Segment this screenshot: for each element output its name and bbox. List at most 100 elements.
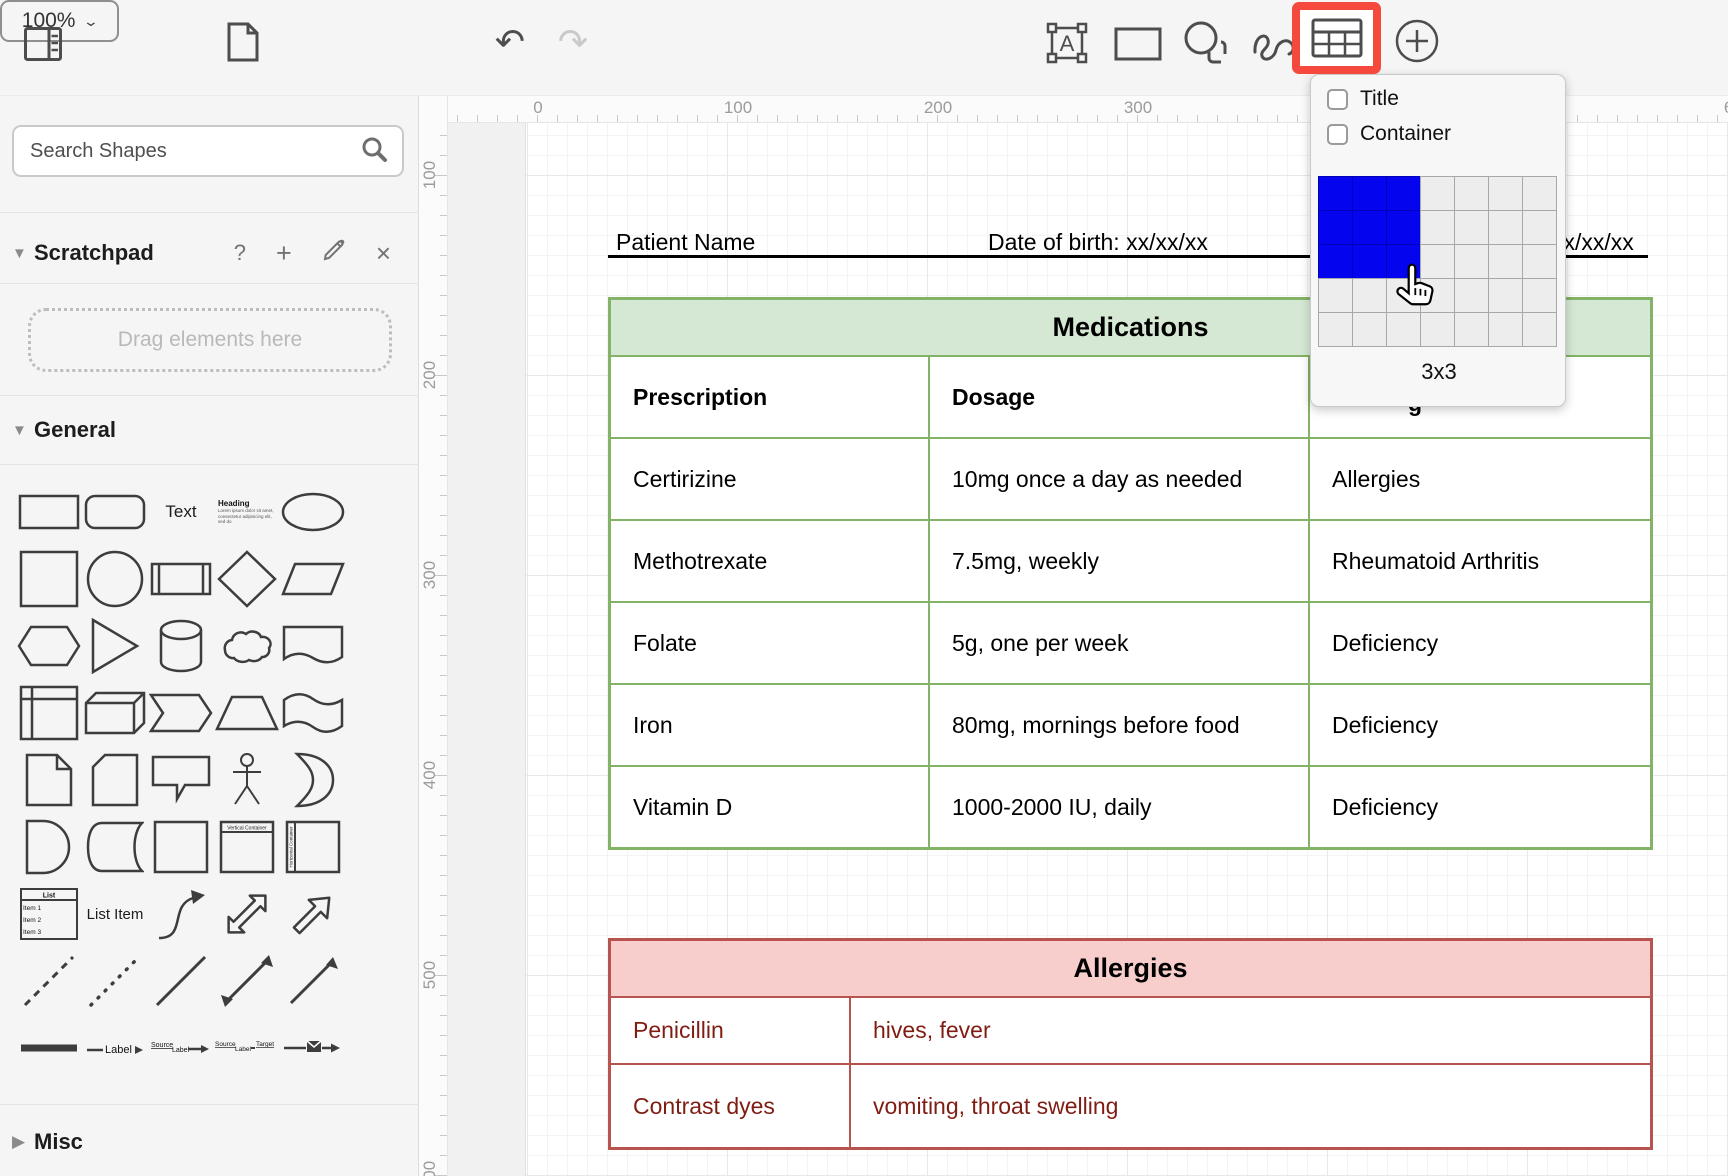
size-picker-cell[interactable] [1522,278,1557,313]
shape-dashed-line[interactable] [16,949,82,1013]
shape-curve[interactable] [148,882,214,946]
insert-shape-icon[interactable] [1182,18,1230,68]
undo-icon[interactable]: ↶ [490,20,530,64]
scratchpad-section-header[interactable]: ▼ Scratchpad ? + × [0,229,419,277]
container-checkbox[interactable] [1327,124,1348,145]
size-picker-cell[interactable] [1386,210,1421,245]
patient-name-label[interactable]: Patient Name [616,229,755,256]
scratchpad-help-icon[interactable]: ? [234,240,246,266]
container-option-row[interactable]: Container [1327,122,1451,146]
shape-list[interactable]: ListItem 1Item 2Item 3 [16,882,82,946]
size-picker-cell[interactable] [1318,210,1353,245]
shape-triangle[interactable] [82,614,148,678]
title-option-row[interactable]: Title [1327,87,1399,111]
shape-source-label[interactable]: SourceLabel [148,1016,214,1080]
search-input[interactable] [14,140,360,163]
table-cell[interactable]: Deficiency [1309,602,1651,684]
search-icon[interactable] [360,135,388,168]
shape-link[interactable] [16,1016,82,1080]
shape-circle[interactable] [82,547,148,611]
table-cell[interactable]: Vitamin D [610,766,929,848]
table-cell[interactable]: 1000-2000 IU, daily [929,766,1309,848]
table-size-picker-grid[interactable] [1319,177,1558,348]
shape-rectangle[interactable] [16,480,82,544]
table-cell[interactable]: Rheumatoid Arthritis [1309,520,1651,602]
shape-arrow[interactable] [280,882,346,946]
size-picker-cell[interactable] [1386,176,1421,211]
table-cell[interactable]: 80mg, mornings before food [929,684,1309,766]
shape-ellipse[interactable] [280,480,346,544]
shape-horizontal-container[interactable]: Horizontal Container [280,815,346,879]
shape-source-label-target[interactable]: SourceLabelTarget [214,1016,280,1080]
shape-cloud[interactable] [214,614,280,678]
shape-hexagon[interactable] [16,614,82,678]
shape-search-box[interactable] [12,125,404,177]
allergies-table[interactable]: AllergiesPenicillinhives, feverContrast … [608,938,1653,1150]
page-view-icon[interactable] [226,22,259,62]
size-picker-cell[interactable] [1488,210,1523,245]
table-cell[interactable]: Certirizine [610,438,929,520]
size-picker-cell[interactable] [1454,312,1489,347]
shape-cube[interactable] [82,681,148,745]
shape-callout[interactable] [148,748,214,812]
size-picker-cell[interactable] [1352,312,1387,347]
table-cell[interactable]: Iron [610,684,929,766]
size-picker-cell[interactable] [1454,278,1489,313]
table-cell[interactable]: Allergies [1309,438,1651,520]
size-picker-cell[interactable] [1488,278,1523,313]
size-picker-cell[interactable] [1488,244,1523,279]
size-picker-cell[interactable] [1420,312,1455,347]
size-picker-cell[interactable] [1454,244,1489,279]
scratchpad-edit-icon[interactable] [322,238,346,268]
insert-rectangle-icon[interactable] [1114,27,1162,61]
table-cell[interactable]: 5g, one per week [929,602,1309,684]
general-section-header[interactable]: ▼ General [0,406,419,454]
shape-and[interactable] [16,815,82,879]
insert-more-icon[interactable] [1394,18,1440,64]
shape-cylinder[interactable] [148,614,214,678]
collapse-triangle-icon[interactable]: ▶ [12,1132,34,1152]
title-checkbox[interactable] [1327,89,1348,110]
shape-or[interactable] [280,748,346,812]
size-picker-cell[interactable] [1420,210,1455,245]
table-cell[interactable]: Deficiency [1309,766,1651,848]
date-of-birth-label[interactable]: Date of birth: xx/xx/xx [988,229,1208,256]
toggle-format-panel-icon[interactable] [24,27,62,61]
shape-square[interactable] [16,547,82,611]
shape-heading[interactable]: HeadingLorem ipsum dolor sit amet, conse… [214,480,280,544]
size-picker-cell[interactable] [1352,244,1387,279]
size-picker-cell[interactable] [1352,278,1387,313]
shape-dotted-line[interactable] [82,949,148,1013]
scratchpad-drop-zone[interactable]: Drag elements here [28,308,392,372]
insert-table-icon[interactable] [1311,18,1363,58]
shape-card[interactable] [82,748,148,812]
table-cell[interactable]: hives, fever [850,997,1651,1064]
scratchpad-add-icon[interactable]: + [276,238,292,269]
shape-actor[interactable] [214,748,280,812]
shape-label-line[interactable]: Label [82,1016,148,1080]
shape-rounded-rectangle[interactable] [82,480,148,544]
size-picker-cell[interactable] [1522,244,1557,279]
table-cell[interactable]: Folate [610,602,929,684]
shape-step[interactable] [148,681,214,745]
scratchpad-close-icon[interactable]: × [376,238,391,269]
size-picker-cell[interactable] [1318,244,1353,279]
table-cell[interactable]: 7.5mg, weekly [929,520,1309,602]
size-picker-cell[interactable] [1318,278,1353,313]
size-picker-cell[interactable] [1454,176,1489,211]
shape-data-storage[interactable] [82,815,148,879]
collapse-triangle-icon[interactable]: ▼ [12,422,34,439]
size-picker-cell[interactable] [1488,176,1523,211]
table-cell[interactable]: 10mg once a day as needed [929,438,1309,520]
shape-diamond[interactable] [214,547,280,611]
redo-icon[interactable]: ↷ [553,20,593,64]
shape-text[interactable]: Text [148,480,214,544]
size-picker-cell[interactable] [1454,210,1489,245]
table-cell[interactable]: Methotrexate [610,520,929,602]
collapse-triangle-icon[interactable]: ▼ [12,245,34,262]
shape-tape[interactable] [280,681,346,745]
column-header[interactable]: Prescription [610,356,929,438]
table-cell[interactable]: Contrast dyes [610,1064,850,1148]
table-cell[interactable]: Penicillin [610,997,850,1064]
size-picker-cell[interactable] [1352,176,1387,211]
